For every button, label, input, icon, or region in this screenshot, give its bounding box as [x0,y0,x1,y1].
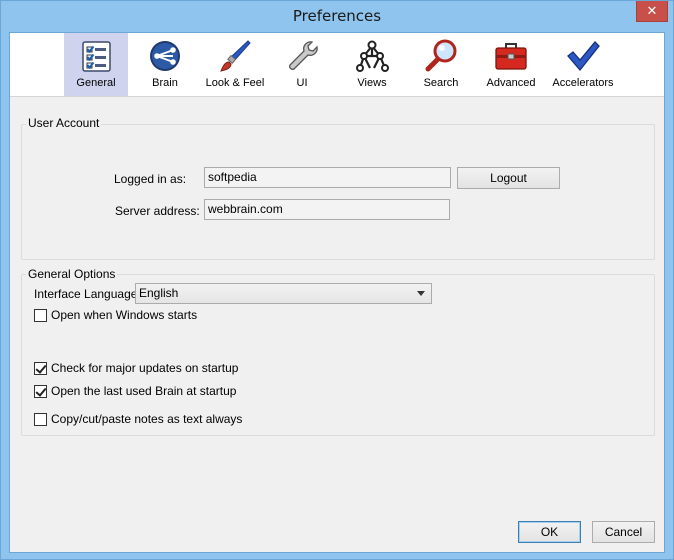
general-options-title: General Options [26,267,118,281]
open-on-startup-checkbox[interactable] [34,309,47,322]
server-address-field[interactable]: webbrain.com [204,199,450,220]
logout-button[interactable]: Logout [457,167,560,189]
server-address-label: Server address: [115,204,200,218]
brain-icon [150,41,180,71]
close-button[interactable]: ✕ [636,1,668,22]
cancel-button[interactable]: Cancel [592,521,655,543]
tab-views-label: Views [357,77,387,89]
tab-general-label: General [76,77,116,89]
user-account-title: User Account [26,116,102,130]
preferences-window: Preferences ✕ General Brain Look & Feel … [0,0,674,560]
wrench-icon [289,41,318,70]
open-last-brain-label: Open the last used Brain at startup [51,384,237,398]
check-updates-checkbox[interactable] [34,362,47,375]
interface-language-value: English [139,286,179,300]
tab-look-and-feel[interactable]: Look & Feel [201,33,269,96]
tab-search[interactable]: Search [407,33,475,96]
copy-as-text-label: Copy/cut/paste notes as text always [51,412,243,426]
tab-brain-label: Brain [152,77,178,89]
open-last-brain-checkbox[interactable] [34,385,47,398]
chevron-down-icon [417,291,425,296]
checklist-icon [82,41,111,72]
copy-as-text-option[interactable]: Copy/cut/paste notes as text always [34,412,274,428]
tab-advanced-label: Advanced [486,77,536,89]
paintbrush-icon [220,40,251,72]
interface-language-select[interactable]: English [135,283,432,304]
tab-look-and-feel-label: Look & Feel [205,77,265,89]
logged-in-field[interactable]: softpedia [204,167,451,188]
preferences-toolbar: General Brain Look & Feel UI Views Searc… [10,33,664,97]
tab-views[interactable]: Views [337,33,407,96]
tab-ui-label: UI [296,77,308,89]
check-updates-label: Check for major updates on startup [51,361,239,375]
network-icon [356,40,389,72]
user-account-group [21,124,655,260]
tab-ui[interactable]: UI [271,33,333,96]
interface-language-label: Interface Language [34,287,138,301]
dialog-client-area: General Brain Look & Feel UI Views Searc… [9,32,665,553]
tab-search-label: Search [423,77,459,89]
tab-accelerators[interactable]: Accelerators [546,33,620,96]
logged-in-label: Logged in as: [114,172,187,186]
window-title: Preferences [292,7,382,25]
open-last-brain-option[interactable]: Open the last used Brain at startup [34,384,274,400]
check-updates-option[interactable]: Check for major updates on startup [34,361,274,377]
magnifier-icon [425,39,457,72]
copy-as-text-checkbox[interactable] [34,413,47,426]
tab-accelerators-label: Accelerators [552,77,614,89]
open-on-startup-label: Open when Windows starts [51,308,198,322]
checkmark-icon [567,41,600,72]
open-on-startup-option[interactable]: Open when Windows starts [34,308,274,324]
tab-general[interactable]: General [64,33,128,96]
title-bar: Preferences ✕ [1,1,673,32]
tab-advanced[interactable]: Advanced [476,33,546,96]
toolbox-icon [495,43,527,70]
tab-brain[interactable]: Brain [131,33,199,96]
ok-button[interactable]: OK [518,521,581,543]
